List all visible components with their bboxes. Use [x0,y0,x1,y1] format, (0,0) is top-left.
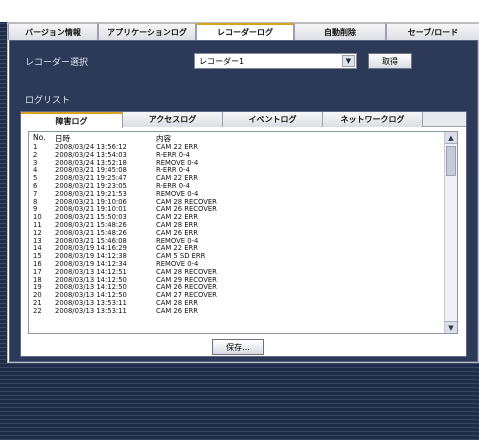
main-window: バージョン情報 アプリケーションログ レコーダーログ 自動削除 セーブ/ロード … [7,22,479,363]
cell-datetime: 2008/03/13 13:53:11 [55,306,127,315]
save-button[interactable]: 保存... [212,339,264,355]
table-header: No. 日時 内容 [29,132,445,143]
top-band [0,0,479,22]
tab-version-info[interactable]: バージョン情報 [8,23,98,40]
tab-save-load[interactable]: セーブ/ロード [386,23,479,40]
log-list-label: ログリスト [25,96,71,106]
recorder-dropdown[interactable]: レコーダー1 ▼ [194,53,357,69]
log-type-tab-bar: 障害ログ アクセスログ イベントログ ネットワークログ [21,112,466,128]
scrollbar-thumb[interactable] [446,146,456,176]
table-row[interactable]: 22 2008/03/13 13:53:11 CAM 26 ERR [29,306,445,316]
tab-fault-log[interactable]: 障害ログ [21,112,123,128]
tab-network-log[interactable]: ネットワークログ [323,112,423,127]
table-body: 1 2008/03/24 13:56:12 CAM 22 ERR 2 2008/03/2… [29,143,445,316]
recorder-select-row: レコーダー選択 レコーダー1 ▼ 取得 [21,53,465,70]
tab-recorder-log[interactable]: レコーダーログ [196,23,294,40]
chevron-up-icon[interactable]: ▲ [445,132,457,144]
vertical-scrollbar[interactable]: ▲ ▼ [444,132,457,333]
get-button[interactable]: 取得 [368,53,412,69]
recorder-log-panel: レコーダー選択 レコーダー1 ▼ 取得 ログリスト 障害ログ アクセスログ イベ… [9,40,478,362]
chevron-down-icon[interactable]: ▼ [445,321,457,333]
tab-auto-delete[interactable]: 自動削除 [294,23,386,40]
recorder-select-label: レコーダー選択 [25,58,89,68]
main-tab-bar: バージョン情報 アプリケーションログ レコーダーログ 自動削除 セーブ/ロード [8,23,479,40]
tab-access-log[interactable]: アクセスログ [123,112,223,127]
tab-application-log[interactable]: アプリケーションログ [98,23,196,40]
log-list-panel: 障害ログ アクセスログ イベントログ ネットワークログ No. 日時 内容 12… [20,111,467,357]
tab-event-log[interactable]: イベントログ [223,112,323,127]
chevron-down-icon[interactable]: ▼ [342,55,355,67]
log-table[interactable]: No. 日時 内容 1 2008/03/24 13:56:12 CAM 22 ERR… [28,131,458,334]
recorder-dropdown-value: レコーダー1 [199,57,245,66]
cell-content: CAM 26 ERR [156,306,198,315]
